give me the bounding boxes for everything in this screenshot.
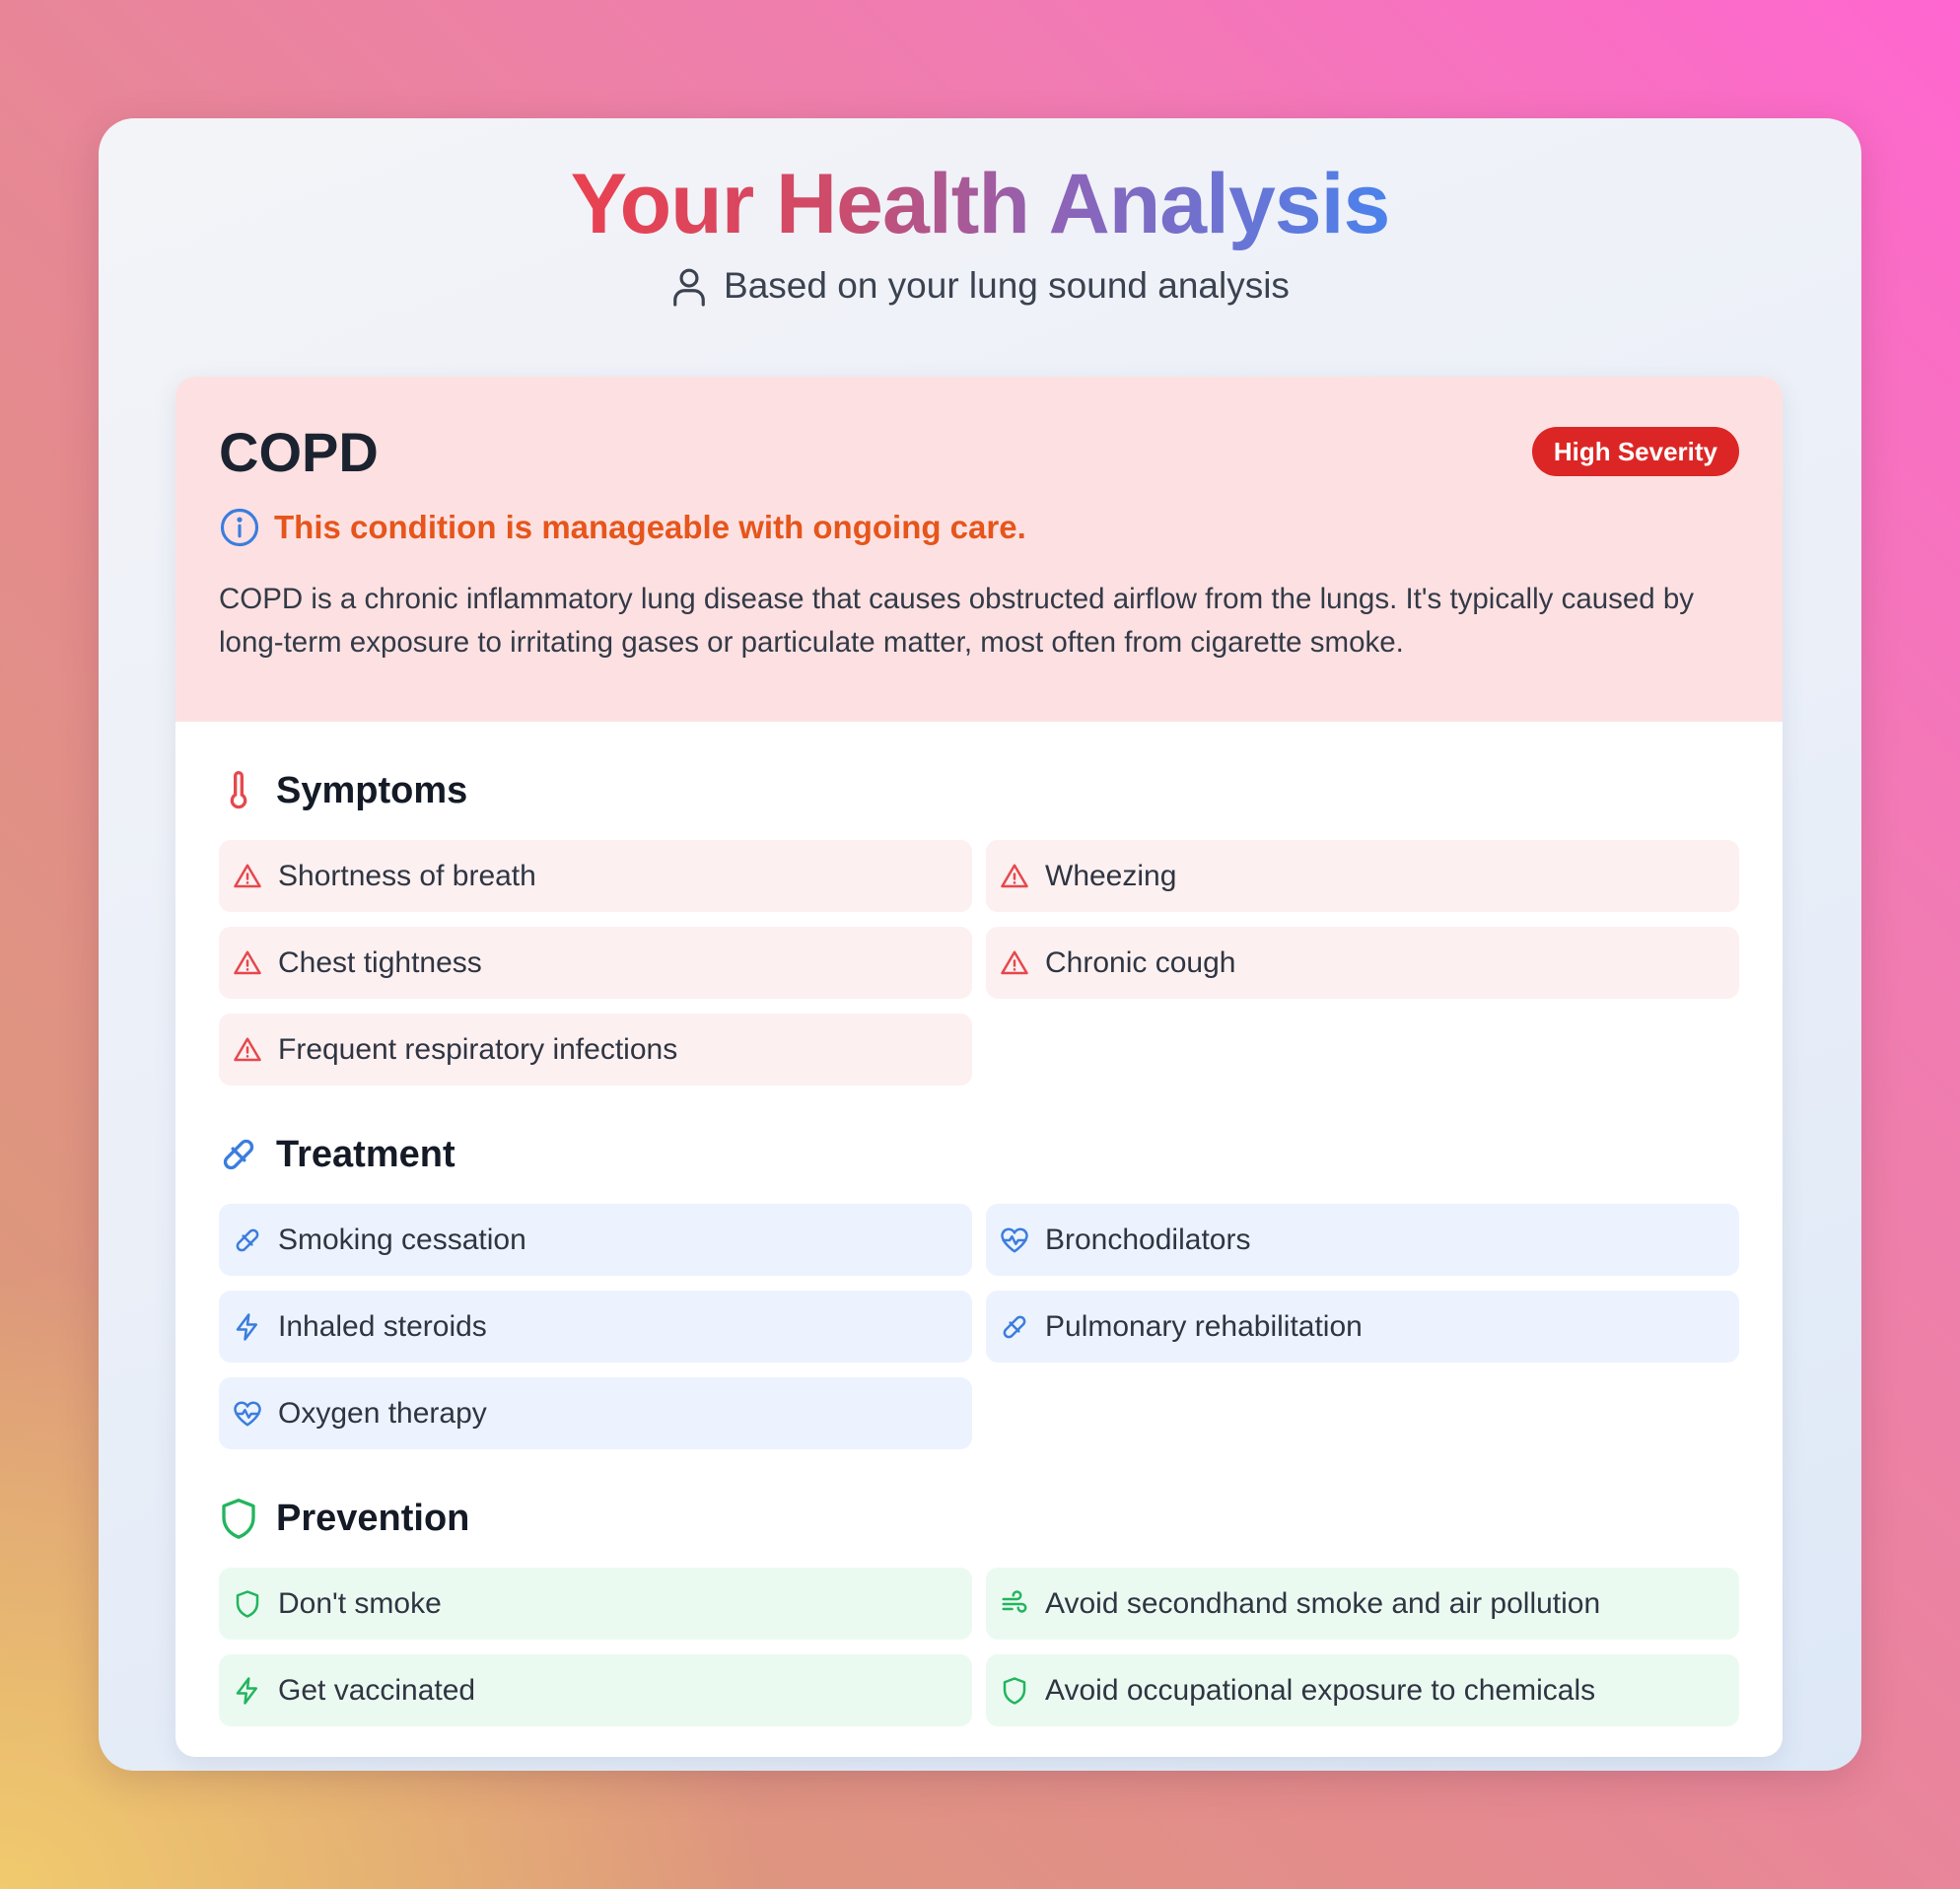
warning-icon: [1001, 950, 1028, 974]
symptom-label: Frequent respiratory infections: [278, 1032, 678, 1066]
treatment-label: Oxygen therapy: [278, 1396, 487, 1430]
treatment-item: Inhaled steroids: [219, 1291, 972, 1363]
prevention-label: Avoid occupational exposure to chemicals: [1045, 1673, 1596, 1707]
manageable-text: This condition is manageable with ongoin…: [274, 509, 1026, 545]
prevention-item: Get vaccinated: [219, 1654, 972, 1726]
condition-summary: COPD High Severity This condition is man…: [175, 377, 1783, 722]
manageable-note: This condition is manageable with ongoin…: [219, 507, 1739, 548]
symptom-label: Chest tightness: [278, 945, 482, 979]
prevention-section: Prevention Don't smoke Avoid secondhand …: [219, 1489, 1739, 1726]
symptom-label: Chronic cough: [1045, 945, 1236, 979]
pill-icon: [236, 1228, 259, 1251]
treatment-list: Smoking cessation Bronchodilators Inhale…: [219, 1204, 1739, 1449]
treatment-item: Pulmonary rehabilitation: [986, 1291, 1739, 1363]
prevention-item: Don't smoke: [219, 1568, 972, 1640]
severity-badge: High Severity: [1531, 427, 1739, 476]
symptom-item: Chest tightness: [219, 927, 972, 999]
symptom-item: Frequent respiratory infections: [219, 1014, 972, 1085]
prevention-label: Get vaccinated: [278, 1673, 476, 1707]
page-subtitle: Based on your lung sound analysis: [99, 265, 1861, 307]
user-icon: [673, 268, 705, 307]
condition-name: COPD: [219, 420, 379, 483]
lightning-icon: [236, 1676, 257, 1705]
heart-pulse-icon: [1001, 1227, 1028, 1252]
page-title: Your Health Analysis: [571, 154, 1391, 255]
treatment-label: Bronchodilators: [1045, 1223, 1251, 1256]
prevention-title: Prevention: [276, 1497, 470, 1539]
condition-description: COPD is a chronic inflammatory lung dise…: [219, 583, 1695, 659]
symptoms-list: Shortness of breath Wheezing Chest tight…: [219, 840, 1739, 1085]
info-icon: [220, 508, 259, 547]
treatment-item: Smoking cessation: [219, 1204, 972, 1276]
warning-icon: [234, 1037, 261, 1061]
symptoms-section: Symptoms Shortness of breath Wheezing Ch…: [219, 761, 1739, 1085]
shield-icon: [222, 1498, 255, 1539]
treatment-label: Smoking cessation: [278, 1223, 526, 1256]
treatment-title: Treatment: [276, 1133, 455, 1175]
warning-icon: [234, 864, 261, 887]
page-header: Your Health Analysis Based on your lung …: [99, 154, 1861, 307]
symptoms-title: Symptoms: [276, 769, 468, 811]
treatment-item: Oxygen therapy: [219, 1377, 972, 1449]
thermometer-icon: [230, 771, 247, 809]
symptom-label: Wheezing: [1045, 859, 1177, 892]
treatment-label: Pulmonary rehabilitation: [1045, 1309, 1363, 1343]
symptom-item: Chronic cough: [986, 927, 1739, 999]
results-window: Your Health Analysis Based on your lung …: [99, 118, 1861, 1771]
condition-card: COPD High Severity This condition is man…: [175, 377, 1783, 1757]
wind-icon: [1002, 1589, 1027, 1613]
heart-pulse-icon: [234, 1401, 261, 1426]
shield-icon: [236, 1589, 259, 1618]
prevention-label: Avoid secondhand smoke and air pollution: [1045, 1586, 1601, 1620]
treatment-item: Bronchodilators: [986, 1204, 1739, 1276]
pill-icon: [223, 1139, 254, 1170]
treatment-section: Treatment Smoking cessation Bronchodilat…: [219, 1125, 1739, 1449]
prevention-item: Avoid occupational exposure to chemicals: [986, 1654, 1739, 1726]
pill-icon: [1003, 1315, 1026, 1338]
prevention-item: Avoid secondhand smoke and air pollution: [986, 1568, 1739, 1640]
shield-icon: [1003, 1676, 1026, 1705]
subtitle-text: Based on your lung sound analysis: [724, 265, 1290, 307]
symptom-label: Shortness of breath: [278, 859, 536, 892]
warning-icon: [1001, 864, 1028, 887]
symptom-item: Wheezing: [986, 840, 1739, 912]
symptom-item: Shortness of breath: [219, 840, 972, 912]
warning-icon: [234, 950, 261, 974]
lightning-icon: [236, 1312, 257, 1341]
treatment-label: Inhaled steroids: [278, 1309, 487, 1343]
prevention-label: Don't smoke: [278, 1586, 442, 1620]
condition-details: Symptoms Shortness of breath Wheezing Ch…: [175, 761, 1783, 1726]
prevention-list: Don't smoke Avoid secondhand smoke and a…: [219, 1568, 1739, 1726]
